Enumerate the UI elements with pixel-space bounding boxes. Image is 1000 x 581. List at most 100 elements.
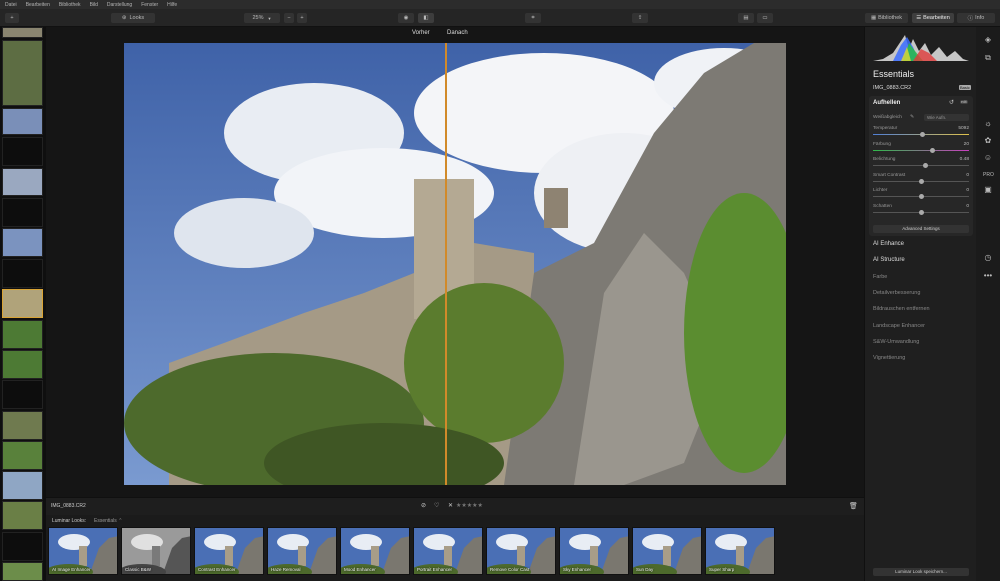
image-viewer[interactable]: Vorher Danach bbox=[46, 27, 864, 497]
heart-icon[interactable]: ♡ bbox=[434, 502, 439, 509]
menu-hilfe[interactable]: Hilfe bbox=[167, 2, 177, 8]
filmstrip-thumbnail[interactable] bbox=[2, 108, 43, 135]
save-look-button[interactable]: Luminar Look speichern... bbox=[873, 568, 969, 576]
slider-track[interactable] bbox=[873, 194, 969, 199]
single-view-button[interactable]: ▭ bbox=[757, 13, 773, 23]
reject-flag-icon[interactable]: ⊘ bbox=[421, 502, 426, 509]
essentials-sun-icon[interactable]: ☼ bbox=[983, 119, 993, 129]
filmstrip-thumbnail[interactable] bbox=[2, 380, 43, 409]
look-thumbnail[interactable]: Sun Day bbox=[632, 527, 702, 575]
history-icon[interactable]: ◷ bbox=[983, 253, 993, 263]
look-thumbnail[interactable]: Classic B&W bbox=[121, 527, 191, 575]
filmstrip-thumbnail[interactable] bbox=[2, 228, 43, 257]
undo-icon[interactable]: ↺ bbox=[949, 99, 954, 106]
filmstrip-thumbnail[interactable] bbox=[2, 27, 43, 38]
look-thumbnail[interactable]: Remove Color Cast bbox=[486, 527, 556, 575]
professional-bag-icon[interactable]: ▣ bbox=[983, 185, 993, 195]
slider-track[interactable] bbox=[873, 209, 969, 215]
tool-item[interactable]: Detailverbesserung bbox=[873, 290, 920, 296]
filmstrip-thumbnail[interactable] bbox=[2, 411, 43, 440]
look-thumbnail[interactable]: Contrast Enhancer bbox=[194, 527, 264, 575]
look-thumbnail[interactable]: AI Image Enhancer bbox=[48, 527, 118, 575]
slider-knob[interactable] bbox=[930, 147, 936, 153]
tool-item[interactable]: S&W-Umwandlung bbox=[873, 339, 919, 345]
slider-track[interactable] bbox=[873, 147, 969, 153]
menu-bild[interactable]: Bild bbox=[90, 2, 98, 8]
canvas-icon[interactable]: ⧉ bbox=[983, 53, 993, 63]
zoom-out-button[interactable]: − bbox=[284, 13, 294, 23]
look-thumbnail[interactable]: Mood Enhancer bbox=[340, 527, 410, 575]
slider-knob[interactable] bbox=[923, 163, 929, 168]
look-thumbnail[interactable]: Haze Removal bbox=[267, 527, 337, 575]
pro-icon[interactable]: PRO bbox=[983, 170, 994, 180]
look-thumbnail[interactable]: Super Sharp bbox=[705, 527, 775, 575]
menu-darstellung[interactable]: Darstellung bbox=[107, 2, 132, 8]
slider-track[interactable] bbox=[873, 132, 969, 137]
tool-item[interactable]: Vignettierung bbox=[873, 355, 905, 361]
star-rating[interactable]: ★★★★★ bbox=[456, 502, 483, 509]
slider-knob[interactable] bbox=[920, 132, 926, 137]
slider-value[interactable]: 0 bbox=[966, 188, 969, 193]
filmstrip-thumbnail[interactable] bbox=[2, 40, 43, 106]
eyedropper-icon[interactable]: ✎ bbox=[910, 114, 914, 120]
slider-track[interactable] bbox=[873, 163, 969, 168]
slider-knob[interactable] bbox=[918, 194, 924, 199]
compare-button[interactable]: ◧ bbox=[418, 13, 434, 23]
slider-value[interactable]: 5092 bbox=[958, 126, 969, 131]
clear-rating-icon[interactable]: ✕ bbox=[448, 502, 453, 509]
tool-item[interactable]: Landscape Enhancer bbox=[873, 323, 925, 329]
tool-item[interactable]: AI Enhance bbox=[873, 241, 904, 247]
slider-value[interactable]: 20 bbox=[964, 142, 969, 147]
portrait-face-icon[interactable]: ☺ bbox=[983, 153, 993, 163]
filmstrip-thumbnail[interactable] bbox=[2, 441, 43, 470]
slider-knob[interactable] bbox=[918, 178, 924, 184]
zoom-in-button[interactable]: + bbox=[297, 13, 307, 23]
more-icon[interactable]: ••• bbox=[983, 271, 993, 281]
filmstrip-thumbnail[interactable] bbox=[2, 168, 43, 196]
filmstrip-thumbnail[interactable] bbox=[2, 350, 43, 379]
photo-canvas[interactable] bbox=[124, 43, 786, 485]
filmstrip-thumbnail[interactable] bbox=[2, 320, 43, 349]
tool-item[interactable]: AI Structure bbox=[873, 257, 905, 263]
before-after-divider[interactable] bbox=[445, 43, 447, 485]
look-thumbnail[interactable]: Portrait Enhancer bbox=[413, 527, 483, 575]
menu-fenster[interactable]: Fenster bbox=[141, 2, 158, 8]
tool-item[interactable]: Farbe bbox=[873, 274, 887, 280]
slider-value[interactable]: 0.48 bbox=[960, 157, 969, 162]
looks-category-dropdown[interactable]: Essentials ⌃ bbox=[94, 518, 122, 524]
filmstrip-thumbnail[interactable] bbox=[2, 562, 43, 581]
creative-palette-icon[interactable]: ✿ bbox=[983, 136, 993, 146]
look-thumbnail[interactable]: Sky Enhancer bbox=[559, 527, 629, 575]
slider-track[interactable] bbox=[873, 178, 969, 184]
menu-bearbeiten[interactable]: Bearbeiten bbox=[26, 2, 50, 8]
looks-button[interactable]: ⊛ Looks bbox=[111, 13, 155, 23]
tab-bearbeiten[interactable]: ☰ Bearbeiten bbox=[912, 13, 954, 23]
menu-datei[interactable]: Datei bbox=[5, 2, 17, 8]
filmstrip-thumbnail[interactable] bbox=[2, 198, 43, 227]
add-button[interactable]: + bbox=[5, 13, 19, 23]
tab-bibliothek[interactable]: ▦ Bibliothek bbox=[865, 13, 908, 23]
filmstrip-thumbnail[interactable] bbox=[2, 532, 43, 561]
trash-icon[interactable]: 🗑 bbox=[849, 502, 858, 510]
filmstrip-thumbnail[interactable] bbox=[2, 471, 43, 500]
white-balance-select[interactable]: Wie Aufn. bbox=[924, 114, 969, 121]
filmstrip-thumbnail[interactable] bbox=[2, 289, 43, 318]
preview-eye-button[interactable]: ◉ bbox=[398, 13, 414, 23]
grid-view-button[interactable]: ▤ bbox=[738, 13, 754, 23]
advanced-settings-button[interactable]: Advanced Settings bbox=[873, 225, 969, 233]
zoom-dropdown[interactable]: 25% ▼ bbox=[244, 13, 280, 23]
slider-knob[interactable] bbox=[918, 209, 924, 215]
share-button[interactable]: ⇪ bbox=[632, 13, 648, 23]
layers-icon[interactable]: ◈ bbox=[983, 35, 993, 45]
filmstrip-thumbnail[interactable] bbox=[2, 501, 43, 530]
tool-item[interactable]: Bildrauschen entfernen bbox=[873, 306, 930, 312]
filmstrip-thumbnail[interactable] bbox=[2, 259, 43, 288]
section-edit-badge[interactable]: edit bbox=[960, 100, 968, 104]
filmstrip-thumbnail[interactable] bbox=[2, 137, 43, 166]
slider-value[interactable]: 0 bbox=[966, 173, 969, 178]
tab-info[interactable]: ⓘ Info bbox=[957, 13, 995, 23]
slider-value[interactable]: 0 bbox=[966, 204, 969, 209]
crop-button[interactable]: ⌗ bbox=[525, 13, 541, 23]
filmstrip[interactable] bbox=[0, 27, 46, 581]
menu-bibliothek[interactable]: Bibliothek bbox=[59, 2, 81, 8]
